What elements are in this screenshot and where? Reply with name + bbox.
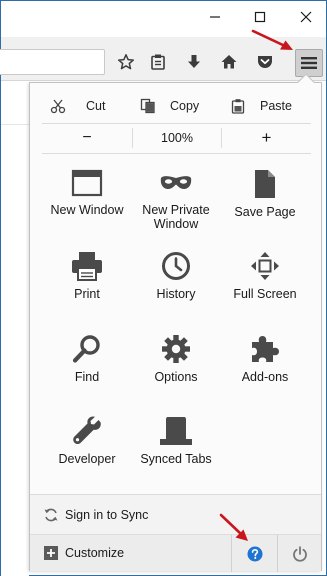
browser-window: Cut Copy Paste − 100% + New Window New P… bbox=[0, 0, 327, 576]
magnifier-icon bbox=[72, 335, 100, 363]
zoom-separator bbox=[42, 153, 311, 154]
print-button[interactable]: Print bbox=[40, 251, 134, 331]
page-icon bbox=[255, 170, 275, 198]
menu-footer-bar: Customize bbox=[30, 534, 322, 572]
save-page-button[interactable]: Save Page bbox=[218, 169, 312, 249]
print-label: Print bbox=[74, 287, 100, 301]
scissors-icon bbox=[50, 99, 66, 114]
find-label: Find bbox=[74, 370, 100, 384]
new-window-label: New Window bbox=[50, 203, 124, 217]
home-icon bbox=[221, 55, 237, 69]
title-bar bbox=[1, 1, 326, 37]
open-menu-button[interactable] bbox=[295, 49, 323, 77]
star-icon bbox=[117, 54, 135, 70]
download-arrow-icon bbox=[188, 55, 200, 68]
mask-icon bbox=[160, 176, 192, 189]
content-divider bbox=[1, 124, 29, 125]
add-ons-button[interactable]: Add-ons bbox=[218, 334, 312, 414]
zoom-reset-button[interactable]: 100% bbox=[133, 125, 221, 151]
zoom-controls: − 100% + bbox=[42, 125, 311, 151]
printer-icon bbox=[72, 252, 102, 281]
add-ons-label: Add-ons bbox=[241, 370, 289, 384]
bookmark-star-button[interactable] bbox=[114, 51, 138, 75]
customize-label: Customize bbox=[65, 546, 125, 560]
close-icon bbox=[300, 11, 312, 23]
history-label: History bbox=[156, 287, 196, 301]
window-icon bbox=[71, 169, 103, 197]
sync-icon bbox=[44, 508, 58, 522]
hamburger-icon bbox=[301, 57, 317, 69]
synced-tabs-icon bbox=[160, 417, 192, 445]
maximize-button[interactable] bbox=[246, 5, 274, 29]
options-button[interactable]: Options bbox=[129, 334, 223, 414]
developer-label: Developer bbox=[58, 452, 116, 466]
plus-box-icon bbox=[44, 546, 58, 560]
full-screen-button[interactable]: Full Screen bbox=[218, 251, 312, 331]
edit-separator bbox=[42, 123, 311, 124]
zoom-out-button[interactable]: − bbox=[42, 125, 132, 151]
menu-panel: Cut Copy Paste − 100% + New Window New P… bbox=[29, 73, 322, 572]
help-button[interactable] bbox=[232, 535, 277, 572]
close-window-button[interactable] bbox=[292, 5, 320, 29]
reading-list-button[interactable] bbox=[146, 51, 170, 75]
url-bar[interactable] bbox=[0, 49, 105, 75]
zoom-in-button[interactable]: + bbox=[222, 125, 311, 151]
cut-button[interactable]: Cut bbox=[42, 92, 126, 120]
maximize-icon bbox=[254, 11, 266, 23]
fullscreen-icon bbox=[251, 252, 279, 280]
developer-button[interactable]: Developer bbox=[40, 416, 134, 496]
gear-icon bbox=[162, 335, 190, 363]
pocket-button[interactable] bbox=[253, 51, 277, 75]
history-button[interactable]: History bbox=[129, 251, 223, 331]
minimize-button[interactable] bbox=[201, 5, 229, 29]
sign-in-to-sync-button[interactable]: Sign in to Sync bbox=[30, 494, 321, 534]
copy-icon bbox=[140, 98, 155, 114]
power-icon bbox=[293, 546, 307, 562]
paste-icon bbox=[231, 99, 245, 114]
customize-button[interactable]: Customize bbox=[30, 535, 231, 572]
synced-tabs-label: Synced Tabs bbox=[140, 452, 212, 466]
sign-in-to-sync-label: Sign in to Sync bbox=[65, 508, 149, 522]
cut-label: Cut bbox=[86, 99, 106, 113]
new-private-window-label: New Private Window bbox=[142, 203, 210, 231]
clipboard-icon bbox=[151, 54, 165, 70]
downloads-button[interactable] bbox=[182, 51, 206, 75]
find-button[interactable]: Find bbox=[40, 334, 134, 414]
new-window-button[interactable]: New Window bbox=[40, 169, 134, 249]
copy-label: Copy bbox=[170, 99, 200, 113]
help-icon bbox=[247, 546, 263, 562]
synced-tabs-button[interactable]: Synced Tabs bbox=[129, 416, 223, 496]
home-button[interactable] bbox=[217, 51, 241, 75]
nav-toolbar bbox=[0, 37, 326, 81]
wrench-icon bbox=[73, 416, 101, 444]
copy-button[interactable]: Copy bbox=[134, 92, 222, 120]
pocket-icon bbox=[258, 56, 272, 68]
paste-label: Paste bbox=[260, 99, 292, 113]
clock-icon bbox=[162, 252, 190, 280]
new-private-window-button[interactable]: New Private Window bbox=[129, 169, 223, 249]
minimize-icon bbox=[210, 16, 220, 18]
paste-button[interactable]: Paste bbox=[230, 92, 311, 120]
quit-button[interactable] bbox=[278, 535, 322, 572]
puzzle-icon bbox=[252, 336, 279, 362]
save-page-label: Save Page bbox=[234, 205, 296, 219]
page-content-area bbox=[1, 82, 29, 576]
options-label: Options bbox=[154, 370, 198, 384]
full-screen-label: Full Screen bbox=[233, 287, 297, 301]
edit-controls: Cut Copy Paste bbox=[42, 92, 311, 120]
